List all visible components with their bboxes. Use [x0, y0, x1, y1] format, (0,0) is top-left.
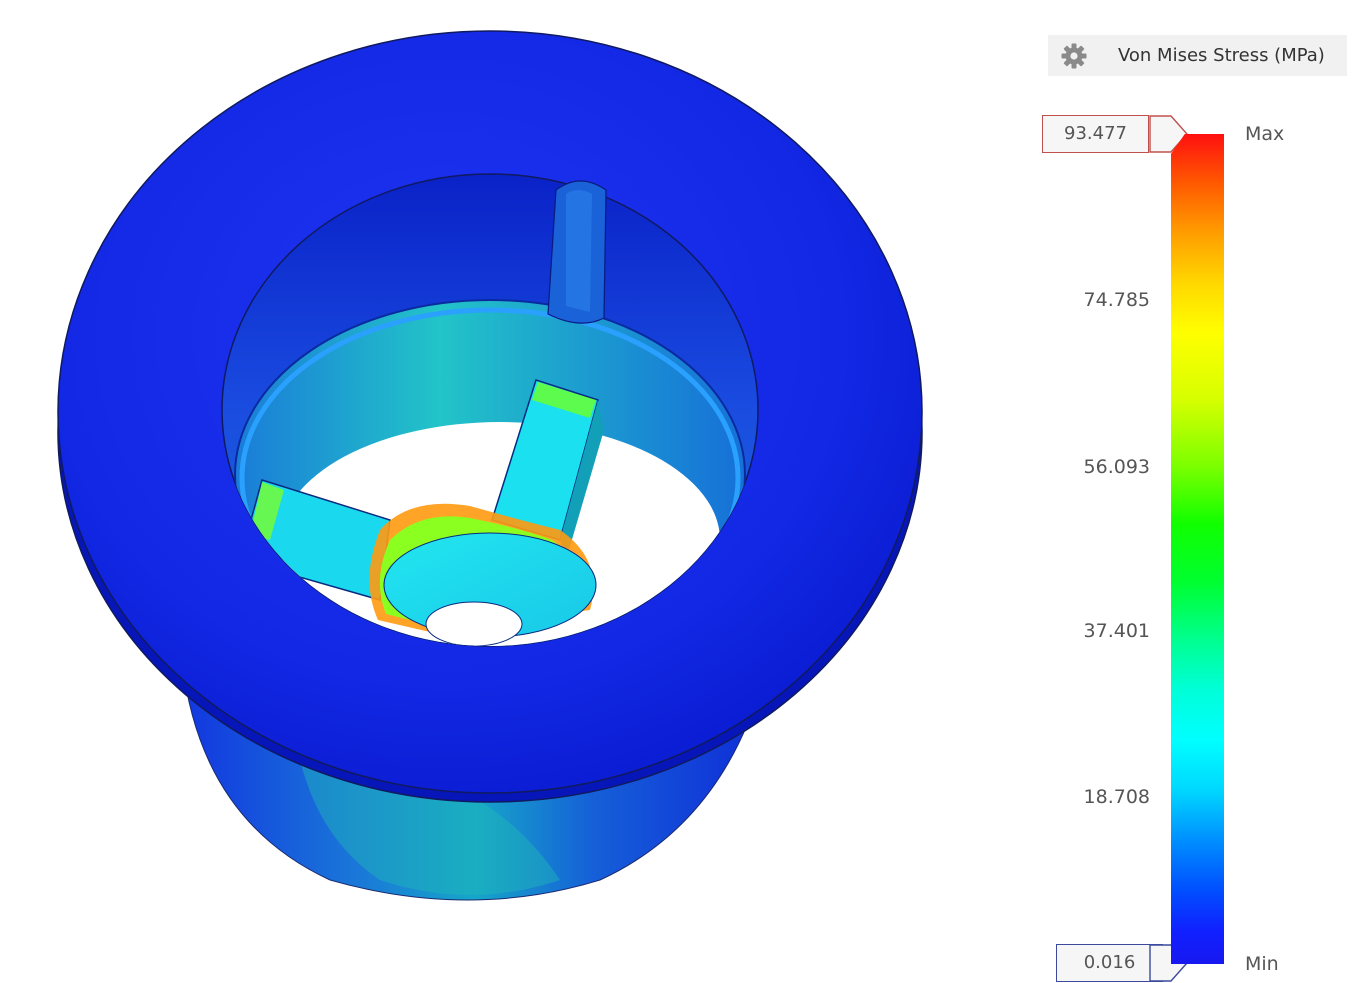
rib-highlight [566, 190, 592, 312]
tick-label: 56.093 [1083, 456, 1150, 478]
gear-icon[interactable] [1060, 42, 1088, 70]
max-value-input[interactable]: 93.477 [1042, 115, 1149, 153]
legend-title: Von Mises Stress (MPa) [1118, 45, 1325, 66]
tick-label: 74.785 [1083, 289, 1150, 311]
tick-label: 37.401 [1083, 620, 1150, 642]
color-bar-max-label: Max [1245, 123, 1285, 145]
color-bar-min-label: Min [1245, 953, 1279, 975]
stress-model-viewport[interactable] [0, 0, 1000, 983]
hub-bore [425, 601, 523, 646]
min-value-input[interactable]: 0.016 [1056, 944, 1163, 982]
legend-header: Von Mises Stress (MPa) [1048, 35, 1347, 76]
stress-color-bar [1171, 134, 1224, 964]
tick-label: 18.708 [1083, 786, 1150, 808]
